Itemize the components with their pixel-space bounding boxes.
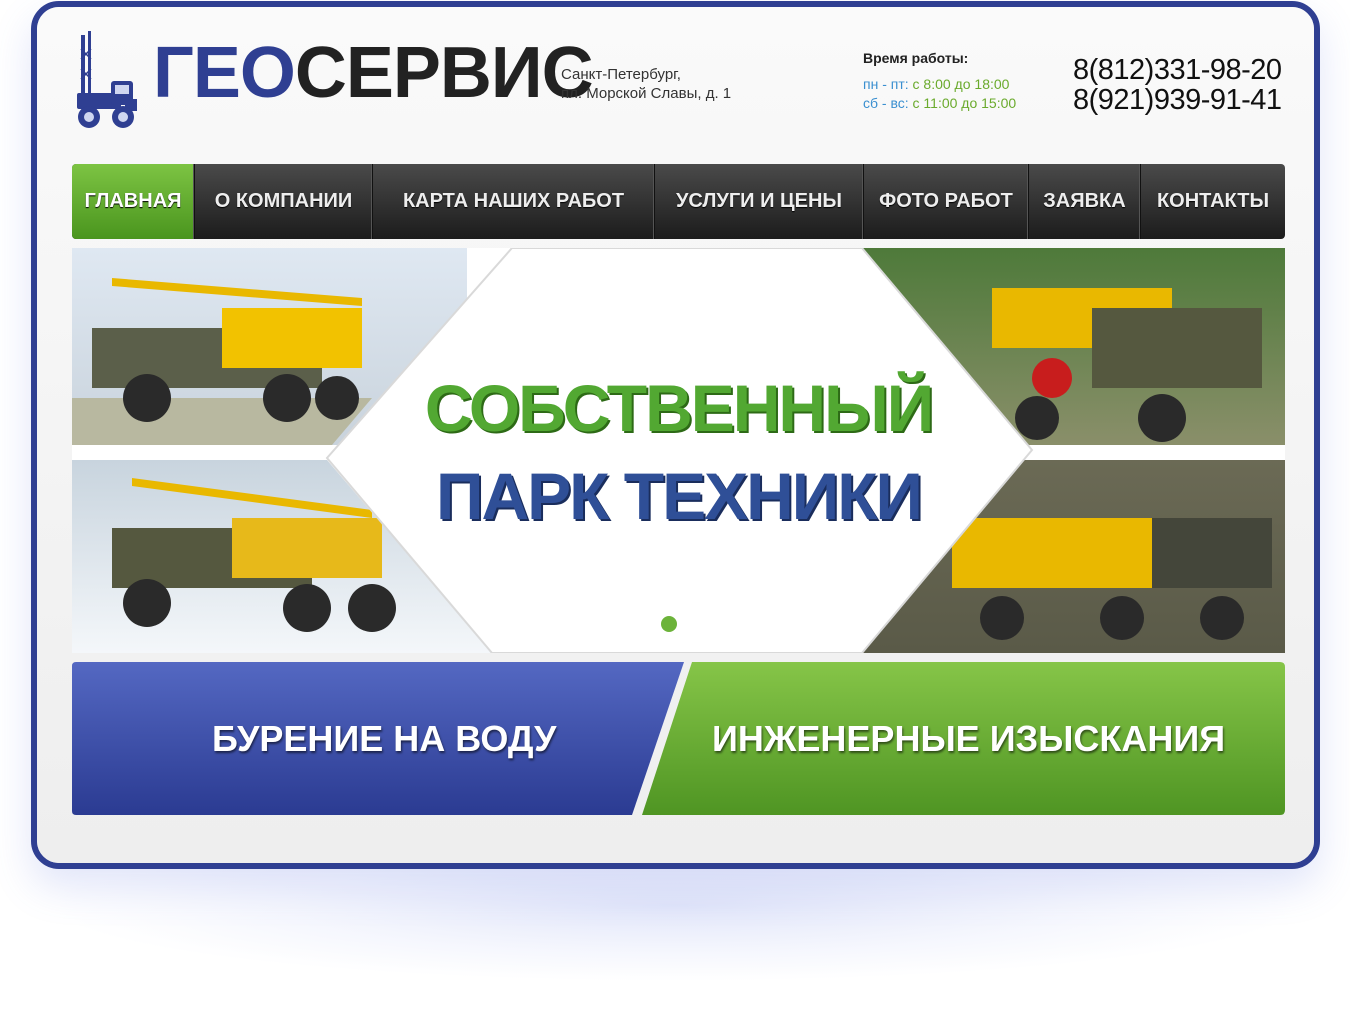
phone-numbers: 8(812)331-98-20 8(921)939-91-41	[1073, 55, 1282, 115]
drilling-truck-logo-icon	[77, 31, 137, 128]
slider-headline-line1: СОБСТВЕННЫЙ	[424, 371, 934, 445]
weekdays-time: с 8:00 до 18:00	[908, 76, 1010, 92]
nav-item-contacts[interactable]: КОНТАКТЫ	[1141, 164, 1285, 239]
hours-weekend: сб - вс: с 11:00 до 15:00	[863, 94, 1016, 113]
address-street: пл. Морской Славы, д. 1	[561, 85, 732, 102]
slider-photos	[72, 248, 1285, 653]
nav-item-about[interactable]: О КОМПАНИИ	[195, 164, 373, 239]
working-hours: Время работы: пн - пт: с 8:00 до 18:00 с…	[863, 49, 1016, 113]
hours-weekdays: пн - пт: с 8:00 до 18:00	[863, 75, 1016, 94]
browser-frame: ГЕОСЕРВИС Санкт-Петербург, пл. Морской С…	[31, 1, 1320, 869]
brand-logo-text[interactable]: ГЕОСЕРВИС	[153, 37, 594, 109]
weekend-time: с 11:00 до 15:00	[908, 95, 1017, 111]
nav-item-request[interactable]: ЗАЯВКА	[1029, 164, 1141, 239]
slider-dot-active[interactable]	[661, 616, 677, 632]
slider-headline-line2: ПАРК ТЕХНИКИ	[436, 459, 923, 533]
banner-engineering-surveys[interactable]: ИНЖЕНЕРНЫЕ ИЗЫСКАНИЯ	[712, 718, 1225, 760]
nav-item-work-photos[interactable]: ФОТО РАБОТ	[864, 164, 1029, 239]
service-banners: БУРЕНИЕ НА ВОДУ ИНЖЕНЕРНЫЕ ИЗЫСКАНИЯ	[72, 662, 1285, 815]
hours-title: Время работы:	[863, 50, 969, 66]
phone-1[interactable]: 8(812)331-98-20	[1073, 55, 1282, 85]
weekend-label: сб - вс:	[863, 95, 909, 111]
nav-item-home[interactable]: ГЛАВНАЯ	[72, 164, 195, 239]
phone-2[interactable]: 8(921)939-91-41	[1073, 85, 1282, 115]
address-block: Санкт-Петербург, пл. Морской Славы, д. 1	[561, 65, 731, 103]
main-nav: ГЛАВНАЯ О КОМПАНИИ КАРТА НАШИХ РАБОТ УСЛ…	[72, 164, 1285, 239]
page: ГЕОСЕРВИС Санкт-Петербург, пл. Морской С…	[37, 7, 1314, 863]
nav-item-works-map[interactable]: КАРТА НАШИХ РАБОТ	[373, 164, 655, 239]
hero-slider[interactable]: СОБСТВЕННЫЙ ПАРК ТЕХНИКИ	[72, 248, 1285, 653]
address-city: Санкт-Петербург,	[561, 66, 681, 83]
nav-item-services-prices[interactable]: УСЛУГИ И ЦЕНЫ	[655, 164, 864, 239]
weekdays-label: пн - пт:	[863, 76, 909, 92]
brand-part-servis: СЕРВИС	[294, 33, 594, 113]
brand-part-geo: ГЕО	[153, 33, 296, 113]
banner-water-drilling[interactable]: БУРЕНИЕ НА ВОДУ	[212, 718, 556, 760]
